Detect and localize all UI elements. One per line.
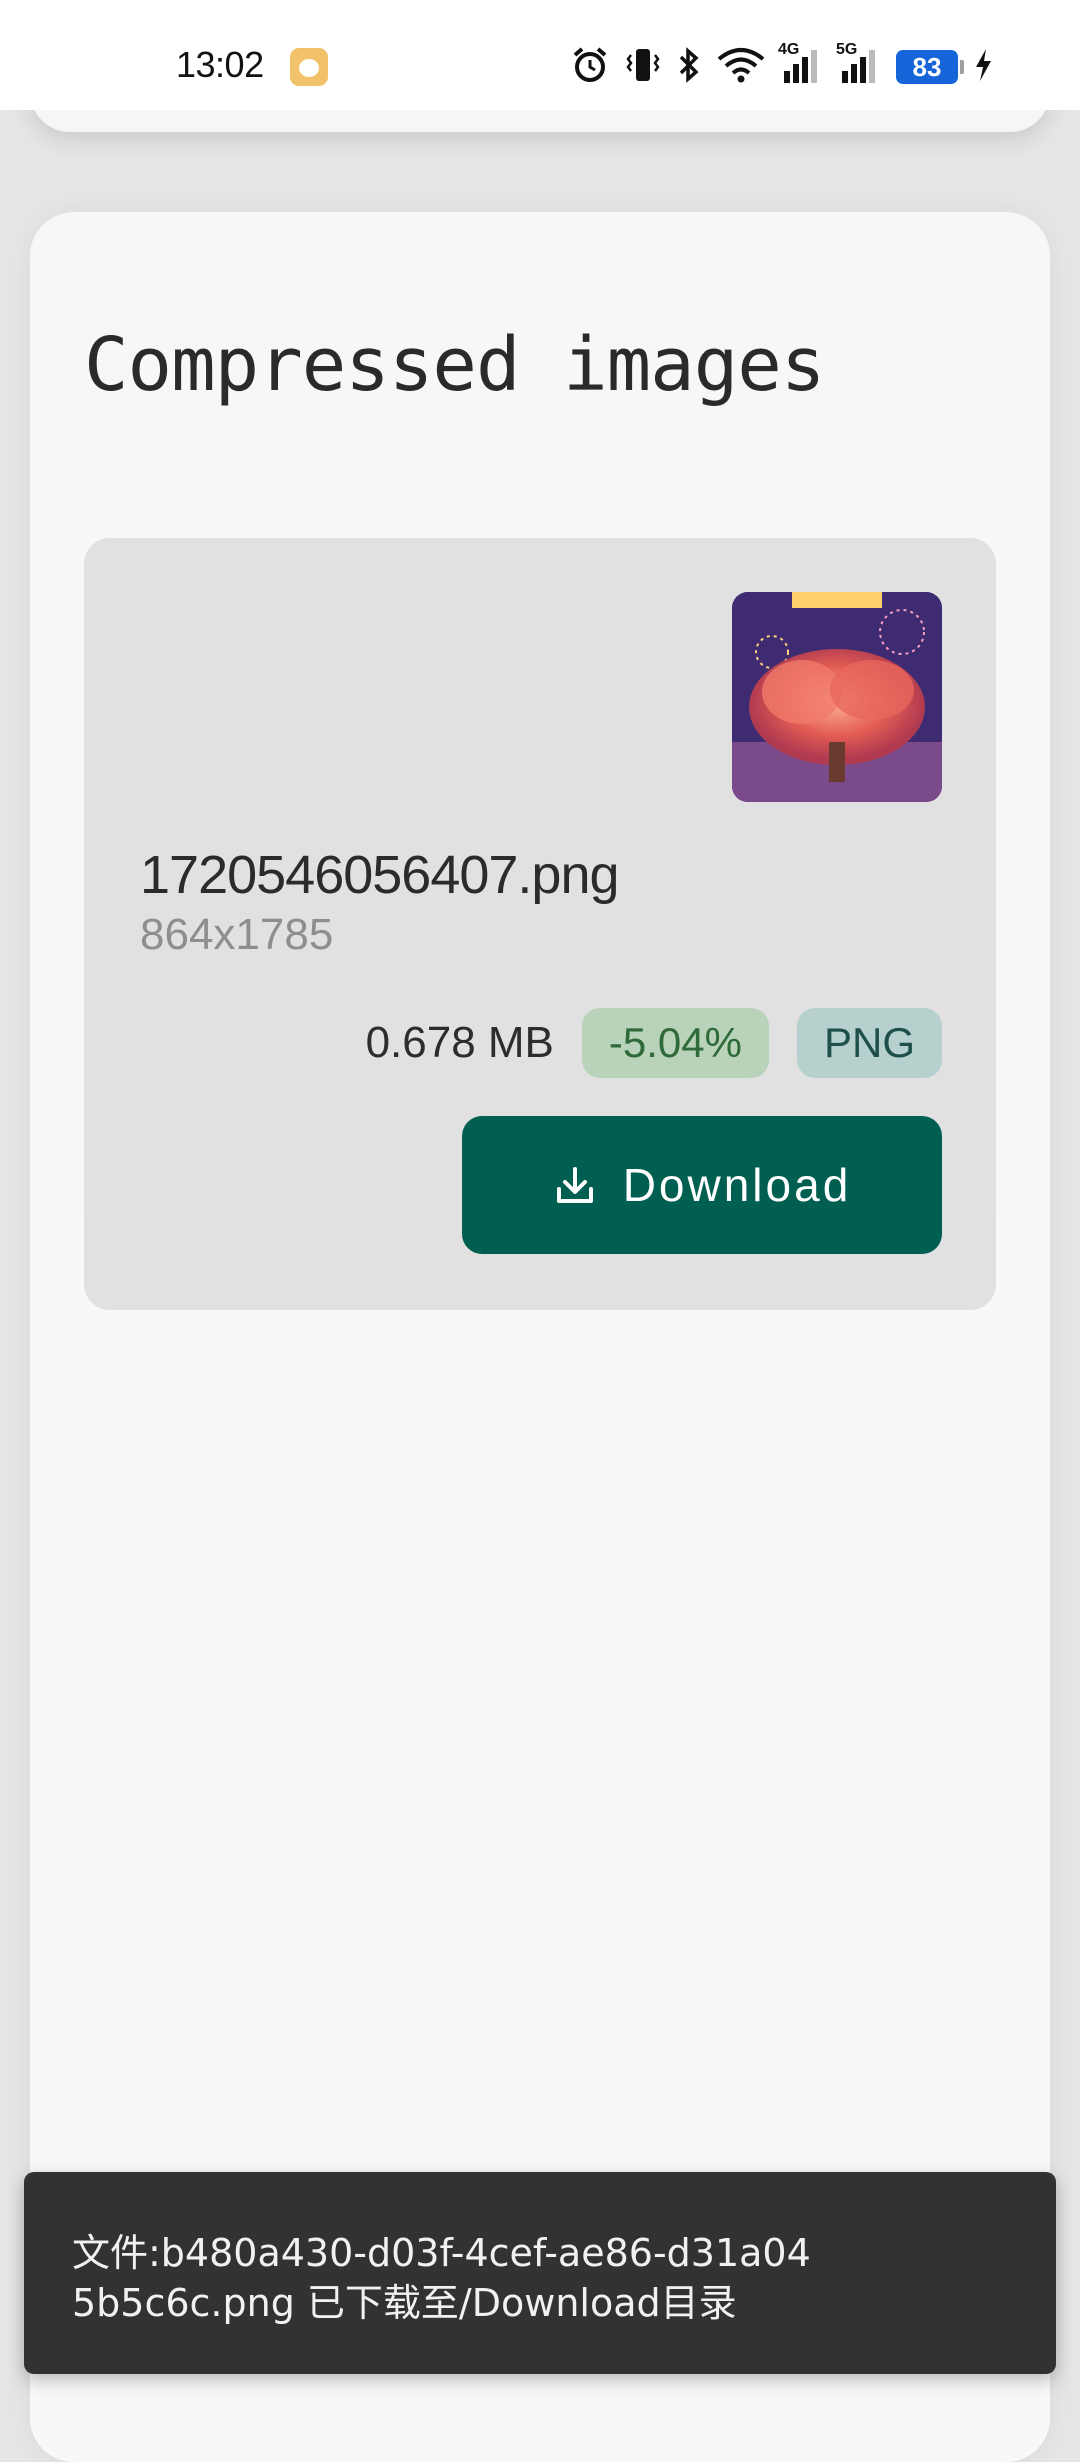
section-title: Compressed images <box>84 322 825 408</box>
download-icon <box>553 1163 597 1207</box>
image-thumbnail[interactable] <box>732 592 942 802</box>
vibrate-icon <box>624 45 662 89</box>
download-snackbar: 文件:b480a430-d03f-4cef-ae86-d31a045b5c6c.… <box>24 2172 1056 2374</box>
signal-4g-icon: 4G <box>778 41 824 89</box>
wifi-icon <box>716 45 766 89</box>
download-button[interactable]: Download <box>462 1116 942 1254</box>
status-bar: 13:02 4G 5G 83 <box>0 0 1080 110</box>
status-time: 13:02 <box>176 44 264 85</box>
compressed-images-card: Compressed images 1720546056407.png 864x… <box>30 212 1050 2462</box>
bluetooth-icon <box>676 45 702 89</box>
signal-5g-icon: 5G <box>836 41 882 89</box>
download-label: Download <box>622 1159 852 1211</box>
format-badge: PNG <box>796 1008 942 1078</box>
snackbar-message: 文件:b480a430-d03f-4cef-ae86-d31a045b5c6c.… <box>72 2231 811 2325</box>
file-size: 0.678 MB <box>365 1018 554 1067</box>
compression-ratio-badge: -5.04% <box>581 1008 769 1078</box>
status-icons: 4G 5G 83 <box>570 41 994 90</box>
alarm-icon <box>570 45 610 89</box>
battery-icon: 83 <box>896 50 964 84</box>
charging-icon <box>972 45 994 89</box>
image-dimensions: 864x1785 <box>140 910 334 959</box>
file-name: 1720546056407.png <box>140 845 620 905</box>
app-notification-icon <box>290 48 328 86</box>
compressed-image-item: 1720546056407.png 864x1785 0.678 MB -5.0… <box>84 538 996 1310</box>
file-meta-row: 0.678 MB -5.04% PNG <box>366 1008 942 1078</box>
